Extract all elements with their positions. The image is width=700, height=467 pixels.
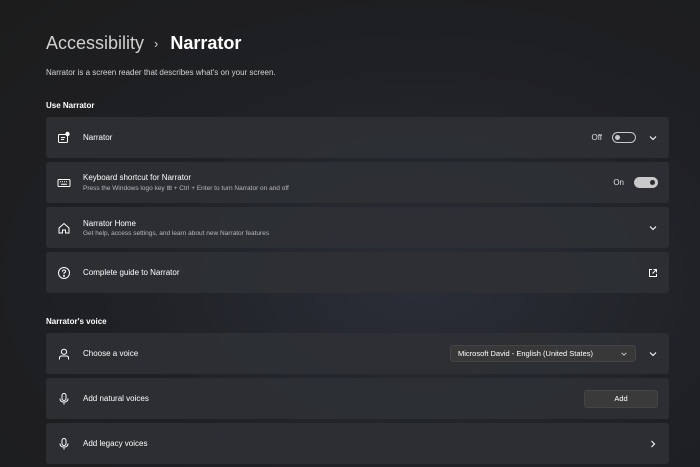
narrator-home-controls bbox=[636, 223, 658, 233]
keyboard-shortcut-toggle[interactable] bbox=[634, 177, 658, 188]
choose-voice-text: Choose a voice bbox=[83, 349, 138, 358]
keyboard-shortcut-toggle-label: On bbox=[613, 178, 624, 187]
voice-select-value: Microsoft David - English (United States… bbox=[458, 349, 594, 358]
narrator-title: Narrator bbox=[83, 133, 113, 142]
person-icon bbox=[57, 347, 71, 361]
keyboard-shortcut-subtitle: Press the Windows logo key ⊞ + Ctrl + En… bbox=[83, 185, 289, 192]
keyboard-icon bbox=[57, 176, 71, 190]
narrator-card-text: Narrator bbox=[83, 133, 112, 142]
page-title: Narrator bbox=[170, 33, 242, 53]
narrator-home-subtitle: Get help, access settings, and learn abo… bbox=[83, 229, 270, 237]
keyboard-shortcut-controls: On bbox=[613, 177, 658, 188]
toggle-knob bbox=[615, 135, 620, 140]
help-icon bbox=[57, 266, 71, 280]
narrator-controls: Off bbox=[591, 132, 658, 143]
narrator-home-text: Narrator Home Get help, access settings,… bbox=[83, 219, 269, 237]
narrator-guide-text: Complete guide to Narrator bbox=[83, 268, 180, 277]
narrator-toggle-label: Off bbox=[591, 133, 602, 142]
microphone-icon bbox=[57, 392, 71, 406]
legacy-voices-text: Add legacy voices bbox=[83, 439, 147, 448]
natural-voices-controls: Add bbox=[584, 389, 658, 408]
chevron-down-icon[interactable] bbox=[648, 349, 658, 359]
legacy-voices-title: Add legacy voices bbox=[83, 439, 148, 448]
page-description: Narrator is a screen reader that describ… bbox=[46, 68, 276, 77]
legacy-voices-card[interactable]: Add legacy voices bbox=[46, 423, 669, 464]
choose-voice-controls: Microsoft David - English (United States… bbox=[450, 345, 658, 362]
narrator-guide-controls bbox=[636, 268, 658, 278]
toggle-knob bbox=[650, 180, 655, 185]
choose-voice-title: Choose a voice bbox=[83, 349, 139, 358]
breadcrumb: Accessibility › Narrator bbox=[46, 33, 241, 54]
narrator-home-card[interactable]: Narrator Home Get help, access settings,… bbox=[46, 207, 669, 248]
narrator-home-title: Narrator Home bbox=[83, 218, 136, 228]
breadcrumb-accessibility-link[interactable]: Accessibility bbox=[46, 33, 144, 54]
section-heading-use-narrator: Use Narrator bbox=[46, 101, 95, 110]
chevron-down-icon[interactable] bbox=[648, 223, 658, 233]
external-link-icon[interactable] bbox=[648, 268, 658, 278]
natural-voices-text: Add natural voices bbox=[83, 394, 149, 403]
section-heading-narrators-voice: Narrator's voice bbox=[46, 317, 107, 326]
keyboard-shortcut-card: Keyboard shortcut for Narrator Press the… bbox=[46, 162, 669, 203]
choose-voice-card[interactable]: Choose a voice Microsoft David - English… bbox=[46, 333, 669, 374]
narrator-guide-card[interactable]: Complete guide to Narrator bbox=[46, 252, 669, 293]
voice-select-dropdown[interactable]: Microsoft David - English (United States… bbox=[450, 345, 636, 362]
narrator-toggle[interactable] bbox=[612, 132, 636, 143]
narrator-card[interactable]: Narrator Off bbox=[46, 117, 669, 158]
keyboard-shortcut-text: Keyboard shortcut for Narrator Press the… bbox=[83, 173, 289, 192]
chevron-down-icon[interactable] bbox=[648, 133, 658, 143]
microphone-icon bbox=[57, 437, 71, 451]
home-icon bbox=[57, 221, 71, 235]
natural-voices-card: Add natural voices Add bbox=[46, 378, 669, 419]
narrator-guide-title: Complete guide to Narrator bbox=[83, 268, 180, 277]
chevron-right-icon[interactable] bbox=[648, 439, 658, 449]
natural-voices-title: Add natural voices bbox=[83, 394, 149, 403]
breadcrumb-separator-chevron-icon: › bbox=[154, 36, 159, 51]
add-natural-voices-button[interactable]: Add bbox=[584, 389, 658, 408]
keyboard-shortcut-title: Keyboard shortcut for Narrator bbox=[83, 173, 192, 182]
narrator-icon bbox=[57, 131, 71, 145]
legacy-voices-controls bbox=[636, 439, 658, 449]
chevron-down-icon bbox=[621, 351, 627, 356]
